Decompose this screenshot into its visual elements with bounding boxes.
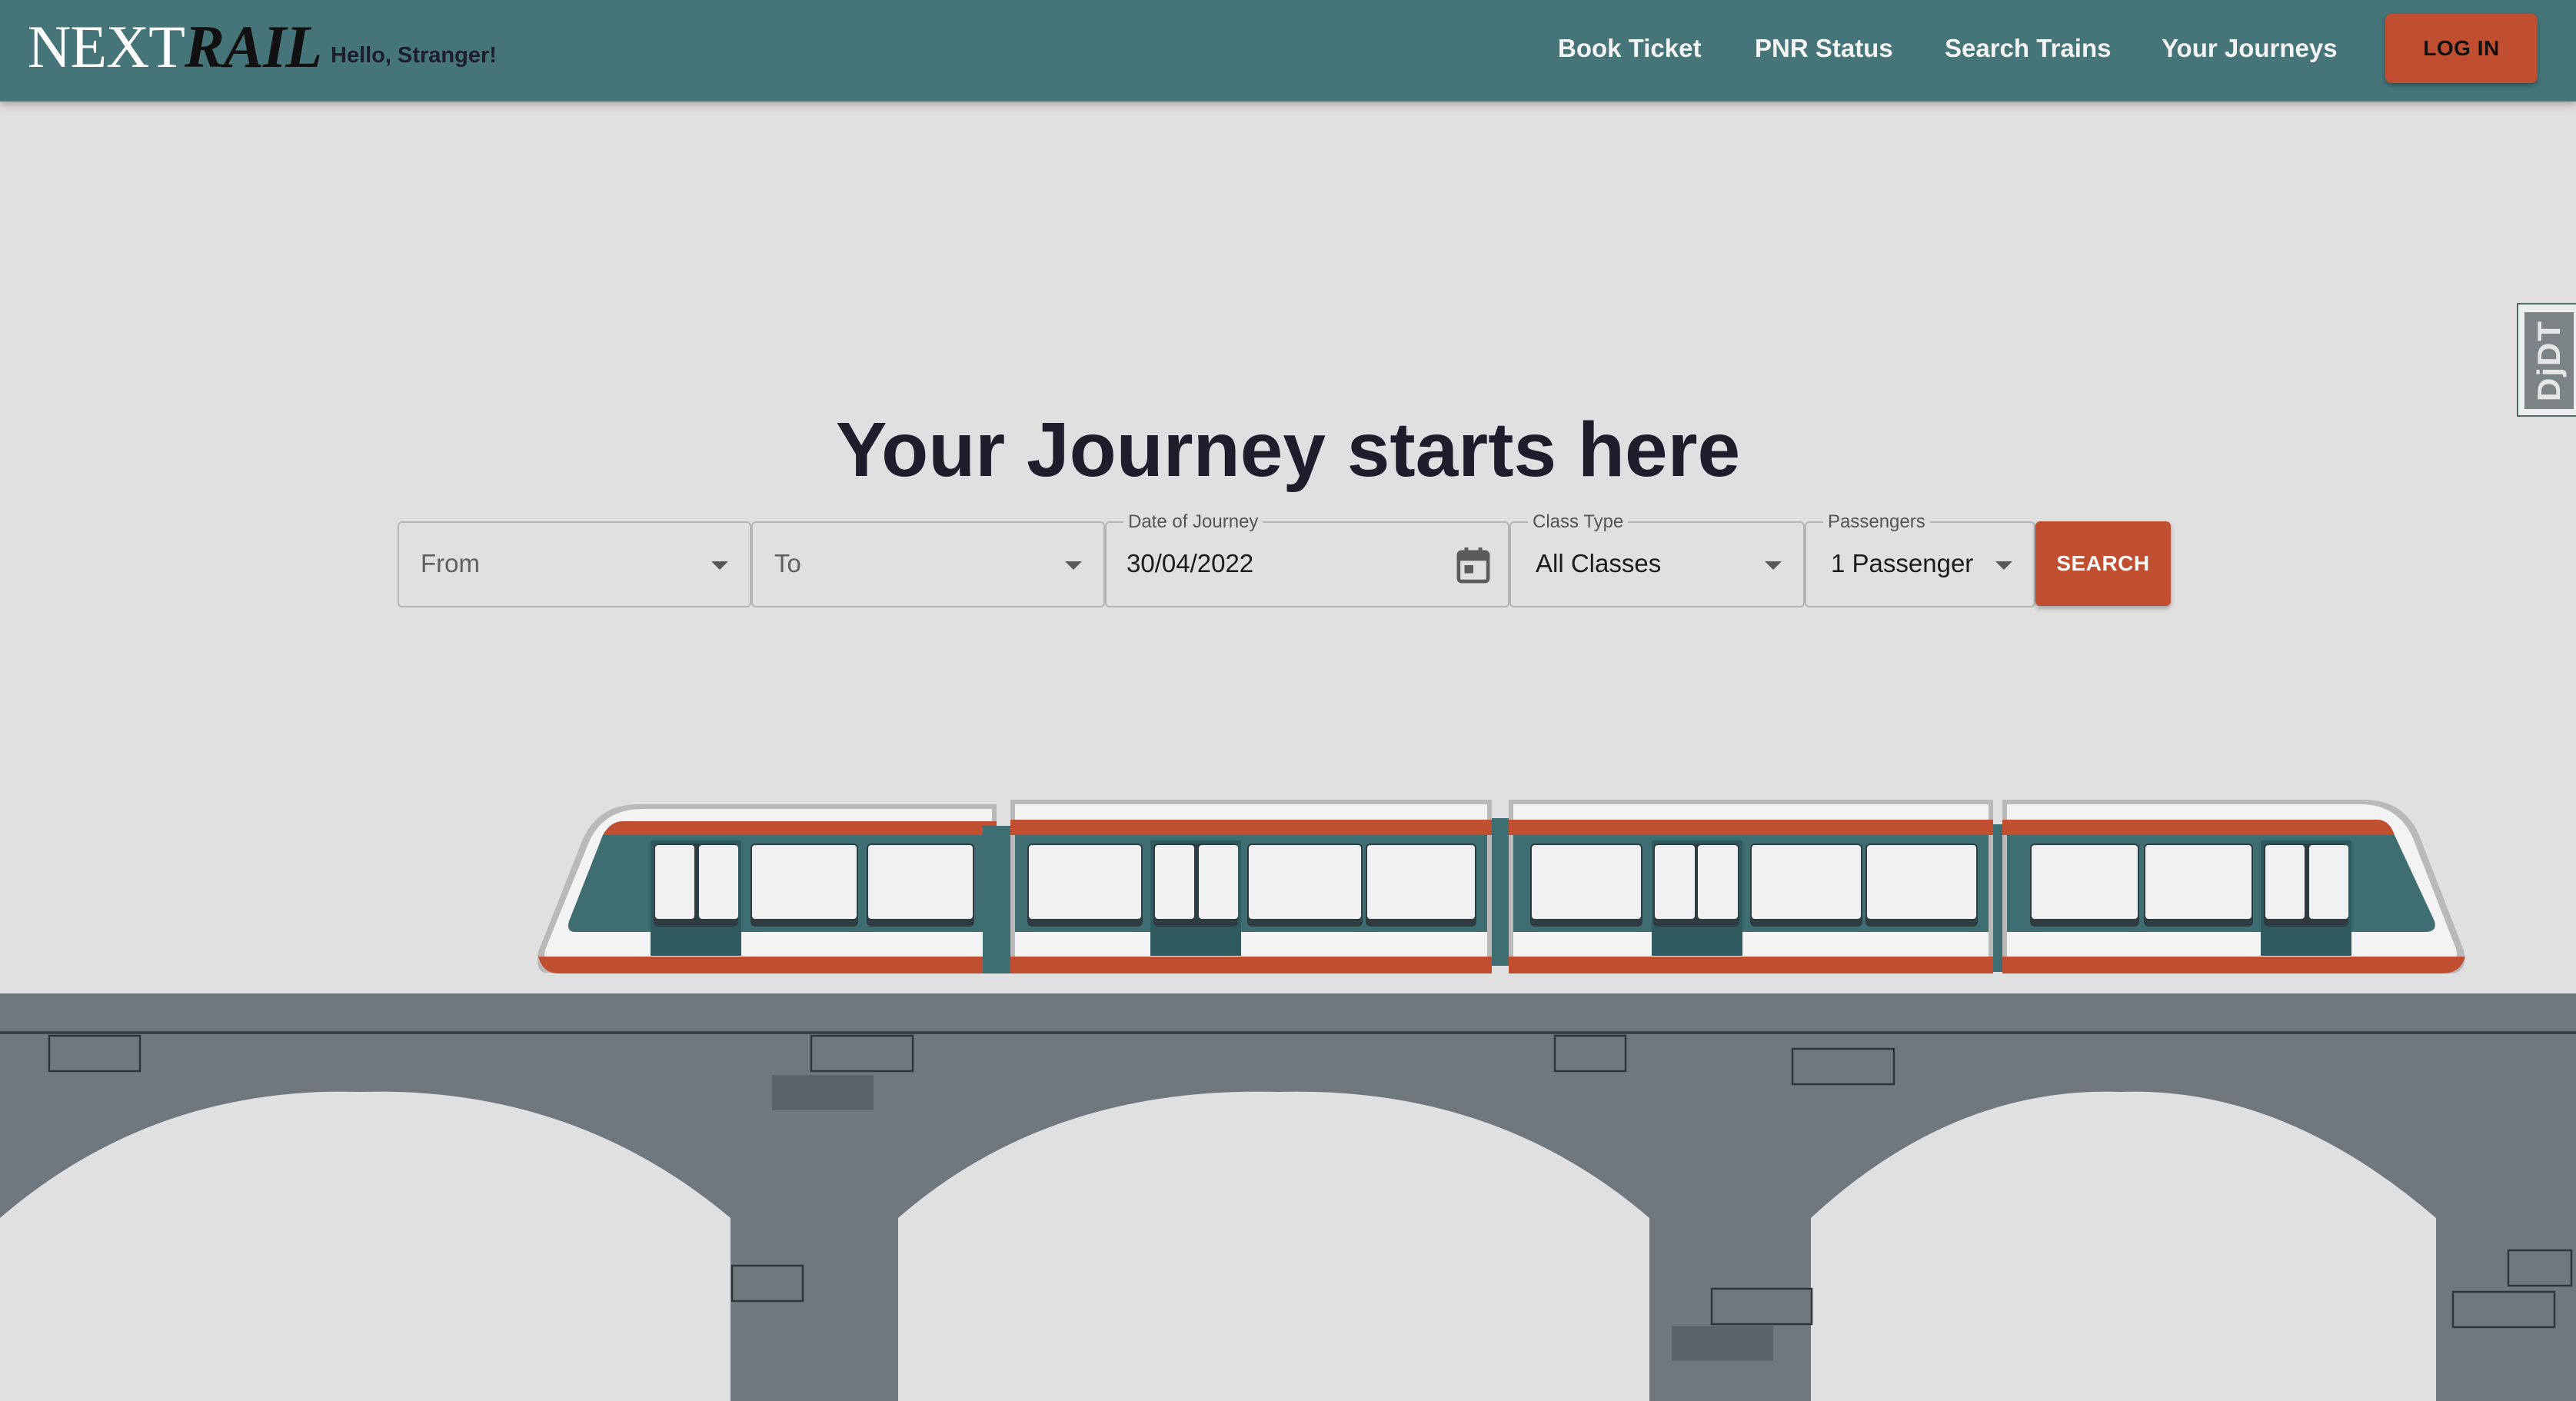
- logo-text-rail: RAIL: [184, 13, 322, 80]
- chevron-down-icon: [1995, 561, 2012, 570]
- nextrail-logo[interactable]: NEXTRAIL: [28, 12, 322, 82]
- greeting-text: Hello, Stranger!: [331, 43, 497, 68]
- debug-toolbar-label: DjDT: [2531, 320, 2567, 401]
- search-button[interactable]: SEARCH: [2035, 521, 2171, 606]
- passengers-value: 1 Passenger: [1831, 549, 1974, 577]
- nav-your-journeys[interactable]: Your Journeys: [2162, 34, 2338, 63]
- page-title: Your Journey starts here: [835, 407, 1741, 493]
- nav-pnr-status[interactable]: PNR Status: [1755, 34, 1893, 63]
- train-bridge-illustration: [0, 800, 2576, 1401]
- debug-toolbar-handle: DjDT: [2524, 312, 2574, 409]
- date-of-journey-label: Date of Journey: [1123, 511, 1263, 533]
- passengers-label: Passengers: [1823, 511, 1930, 533]
- calendar-icon[interactable]: [1456, 546, 1491, 584]
- to-placeholder: To: [774, 549, 801, 577]
- chevron-down-icon: [1765, 561, 1782, 570]
- class-type-select[interactable]: Class Type All Classes: [1509, 511, 1805, 607]
- from-placeholder: From: [421, 549, 480, 577]
- top-navbar: NEXTRAIL Hello, Stranger! Book Ticket PN…: [0, 0, 2576, 101]
- debug-toolbar-tab[interactable]: DjDT: [2517, 303, 2576, 417]
- train-illustration: [537, 800, 2465, 973]
- class-type-label: Class Type: [1528, 511, 1629, 533]
- passengers-select[interactable]: Passengers 1 Passenger: [1805, 511, 2035, 607]
- to-select[interactable]: To: [751, 521, 1105, 607]
- nav-book-ticket[interactable]: Book Ticket: [1558, 34, 1701, 63]
- class-type-value: All Classes: [1536, 549, 1662, 577]
- bridge-illustration: [0, 993, 2576, 1401]
- date-of-journey-value: 30/04/2022: [1127, 549, 1254, 577]
- date-of-journey-field[interactable]: Date of Journey 30/04/2022: [1105, 511, 1509, 607]
- login-button[interactable]: LOG IN: [2385, 14, 2538, 83]
- chevron-down-icon: [711, 561, 728, 570]
- from-select[interactable]: From: [398, 521, 751, 607]
- nav-search-trains[interactable]: Search Trains: [1945, 34, 2111, 63]
- chevron-down-icon: [1065, 561, 1082, 570]
- logo-text-next: NEXT: [28, 13, 185, 80]
